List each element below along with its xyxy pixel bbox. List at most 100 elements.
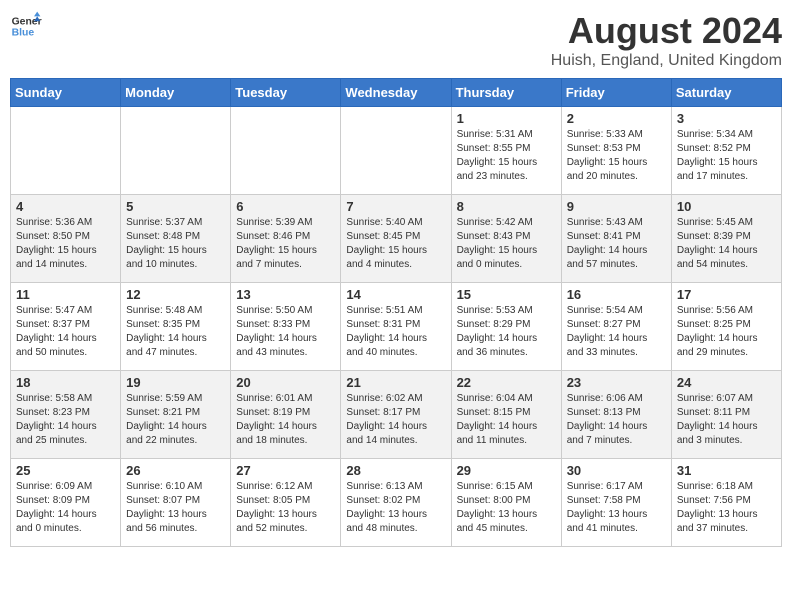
calendar-cell: 27 Sunrise: 6:12 AM Sunset: 8:05 PM Dayli… <box>231 459 341 547</box>
calendar-cell: 26 Sunrise: 6:10 AM Sunset: 8:07 PM Dayli… <box>121 459 231 547</box>
day-info: Sunrise: 5:58 AM Sunset: 8:23 PM Dayligh… <box>16 392 115 448</box>
day-info: Sunrise: 6:04 AM Sunset: 8:15 PM Dayligh… <box>457 392 556 448</box>
calendar-cell: 3Sunrise: 5:34 AM Sunset: 8:52 PM Daylig… <box>671 107 781 195</box>
day-number: 2 <box>567 111 666 126</box>
calendar-cell: 19 Sunrise: 5:59 AM Sunset: 8:21 PM Dayli… <box>121 371 231 459</box>
calendar-cell: 15 Sunrise: 5:53 AM Sunset: 8:29 PM Dayli… <box>451 283 561 371</box>
day-number: 29 <box>457 463 556 478</box>
day-number: 13 <box>236 287 335 302</box>
calendar-cell: 18 Sunrise: 5:58 AM Sunset: 8:23 PM Dayli… <box>11 371 121 459</box>
calendar-cell: 30 Sunrise: 6:17 AM Sunset: 7:58 PM Dayli… <box>561 459 671 547</box>
day-number: 22 <box>457 375 556 390</box>
day-number: 28 <box>346 463 445 478</box>
day-number: 19 <box>126 375 225 390</box>
location-title: Huish, England, United Kingdom <box>551 52 782 70</box>
day-info: Sunrise: 6:02 AM Sunset: 8:17 PM Dayligh… <box>346 392 445 448</box>
day-number: 7 <box>346 199 445 214</box>
title-block: August 2024 Huish, England, United Kingd… <box>551 10 782 70</box>
day-number: 4 <box>16 199 115 214</box>
calendar-cell <box>341 107 451 195</box>
day-info: Sunrise: 6:15 AM Sunset: 8:00 PM Dayligh… <box>457 480 556 536</box>
calendar-cell: 7 Sunrise: 5:40 AM Sunset: 8:45 PM Daylig… <box>341 195 451 283</box>
day-info: Sunrise: 5:53 AM Sunset: 8:29 PM Dayligh… <box>457 304 556 360</box>
logo: General Blue <box>10 10 42 42</box>
page-header: General Blue August 2024 Huish, England,… <box>10 10 782 70</box>
calendar-week-row: 25 Sunrise: 6:09 AM Sunset: 8:09 PM Dayli… <box>11 459 782 547</box>
day-info: Sunrise: 6:07 AM Sunset: 8:11 PM Dayligh… <box>677 392 776 448</box>
day-info: Sunrise: 6:10 AM Sunset: 8:07 PM Dayligh… <box>126 480 225 536</box>
logo-icon: General Blue <box>10 10 42 42</box>
calendar-cell: 17 Sunrise: 5:56 AM Sunset: 8:25 PM Dayli… <box>671 283 781 371</box>
calendar-cell: 25 Sunrise: 6:09 AM Sunset: 8:09 PM Dayli… <box>11 459 121 547</box>
calendar-cell: 12 Sunrise: 5:48 AM Sunset: 8:35 PM Dayli… <box>121 283 231 371</box>
day-of-week-header: Monday <box>121 79 231 107</box>
day-info: Sunrise: 5:40 AM Sunset: 8:45 PM Dayligh… <box>346 216 445 272</box>
calendar-cell: 2Sunrise: 5:33 AM Sunset: 8:53 PM Daylig… <box>561 107 671 195</box>
day-info: Sunrise: 5:50 AM Sunset: 8:33 PM Dayligh… <box>236 304 335 360</box>
day-info: Sunrise: 5:59 AM Sunset: 8:21 PM Dayligh… <box>126 392 225 448</box>
day-number: 24 <box>677 375 776 390</box>
day-info: Sunrise: 5:42 AM Sunset: 8:43 PM Dayligh… <box>457 216 556 272</box>
calendar-cell: 21Sunrise: 6:02 AM Sunset: 8:17 PM Dayli… <box>341 371 451 459</box>
day-info: Sunrise: 6:01 AM Sunset: 8:19 PM Dayligh… <box>236 392 335 448</box>
day-number: 26 <box>126 463 225 478</box>
day-of-week-header: Thursday <box>451 79 561 107</box>
day-number: 11 <box>16 287 115 302</box>
day-number: 15 <box>457 287 556 302</box>
day-number: 16 <box>567 287 666 302</box>
day-of-week-header: Tuesday <box>231 79 341 107</box>
day-number: 31 <box>677 463 776 478</box>
svg-text:Blue: Blue <box>12 28 35 39</box>
day-info: Sunrise: 6:17 AM Sunset: 7:58 PM Dayligh… <box>567 480 666 536</box>
day-number: 25 <box>16 463 115 478</box>
calendar-cell: 14Sunrise: 5:51 AM Sunset: 8:31 PM Dayli… <box>341 283 451 371</box>
calendar-cell: 5Sunrise: 5:37 AM Sunset: 8:48 PM Daylig… <box>121 195 231 283</box>
day-number: 8 <box>457 199 556 214</box>
calendar-table: SundayMondayTuesdayWednesdayThursdayFrid… <box>10 78 782 547</box>
day-number: 23 <box>567 375 666 390</box>
day-info: Sunrise: 5:36 AM Sunset: 8:50 PM Dayligh… <box>16 216 115 272</box>
day-info: Sunrise: 6:13 AM Sunset: 8:02 PM Dayligh… <box>346 480 445 536</box>
calendar-week-row: 11 Sunrise: 5:47 AM Sunset: 8:37 PM Dayli… <box>11 283 782 371</box>
calendar-cell: 9 Sunrise: 5:43 AM Sunset: 8:41 PM Daylig… <box>561 195 671 283</box>
calendar-cell: 28 Sunrise: 6:13 AM Sunset: 8:02 PM Dayli… <box>341 459 451 547</box>
calendar-cell: 23Sunrise: 6:06 AM Sunset: 8:13 PM Dayli… <box>561 371 671 459</box>
calendar-week-row: 18 Sunrise: 5:58 AM Sunset: 8:23 PM Dayli… <box>11 371 782 459</box>
calendar-cell: 24 Sunrise: 6:07 AM Sunset: 8:11 PM Dayli… <box>671 371 781 459</box>
day-info: Sunrise: 5:43 AM Sunset: 8:41 PM Dayligh… <box>567 216 666 272</box>
day-info: Sunrise: 5:39 AM Sunset: 8:46 PM Dayligh… <box>236 216 335 272</box>
calendar-week-row: 4 Sunrise: 5:36 AM Sunset: 8:50 PM Daylig… <box>11 195 782 283</box>
day-number: 10 <box>677 199 776 214</box>
day-number: 27 <box>236 463 335 478</box>
day-number: 6 <box>236 199 335 214</box>
calendar-cell: 22 Sunrise: 6:04 AM Sunset: 8:15 PM Dayli… <box>451 371 561 459</box>
day-info: Sunrise: 5:31 AM Sunset: 8:55 PM Dayligh… <box>457 128 556 184</box>
calendar-cell: 10 Sunrise: 5:45 AM Sunset: 8:39 PM Dayli… <box>671 195 781 283</box>
day-info: Sunrise: 6:12 AM Sunset: 8:05 PM Dayligh… <box>236 480 335 536</box>
calendar-header-row: SundayMondayTuesdayWednesdayThursdayFrid… <box>11 79 782 107</box>
month-title: August 2024 <box>551 10 782 52</box>
day-number: 30 <box>567 463 666 478</box>
calendar-week-row: 1Sunrise: 5:31 AM Sunset: 8:55 PM Daylig… <box>11 107 782 195</box>
day-number: 20 <box>236 375 335 390</box>
calendar-cell: 31Sunrise: 6:18 AM Sunset: 7:56 PM Dayli… <box>671 459 781 547</box>
day-info: Sunrise: 6:09 AM Sunset: 8:09 PM Dayligh… <box>16 480 115 536</box>
day-number: 12 <box>126 287 225 302</box>
calendar-cell: 4 Sunrise: 5:36 AM Sunset: 8:50 PM Daylig… <box>11 195 121 283</box>
day-number: 18 <box>16 375 115 390</box>
calendar-cell <box>121 107 231 195</box>
calendar-cell <box>11 107 121 195</box>
day-info: Sunrise: 5:37 AM Sunset: 8:48 PM Dayligh… <box>126 216 225 272</box>
day-number: 17 <box>677 287 776 302</box>
day-info: Sunrise: 5:48 AM Sunset: 8:35 PM Dayligh… <box>126 304 225 360</box>
day-number: 3 <box>677 111 776 126</box>
calendar-cell: 13 Sunrise: 5:50 AM Sunset: 8:33 PM Dayli… <box>231 283 341 371</box>
day-info: Sunrise: 5:47 AM Sunset: 8:37 PM Dayligh… <box>16 304 115 360</box>
day-info: Sunrise: 5:56 AM Sunset: 8:25 PM Dayligh… <box>677 304 776 360</box>
day-of-week-header: Friday <box>561 79 671 107</box>
day-of-week-header: Wednesday <box>341 79 451 107</box>
day-info: Sunrise: 5:51 AM Sunset: 8:31 PM Dayligh… <box>346 304 445 360</box>
day-number: 9 <box>567 199 666 214</box>
day-info: Sunrise: 5:45 AM Sunset: 8:39 PM Dayligh… <box>677 216 776 272</box>
calendar-cell <box>231 107 341 195</box>
